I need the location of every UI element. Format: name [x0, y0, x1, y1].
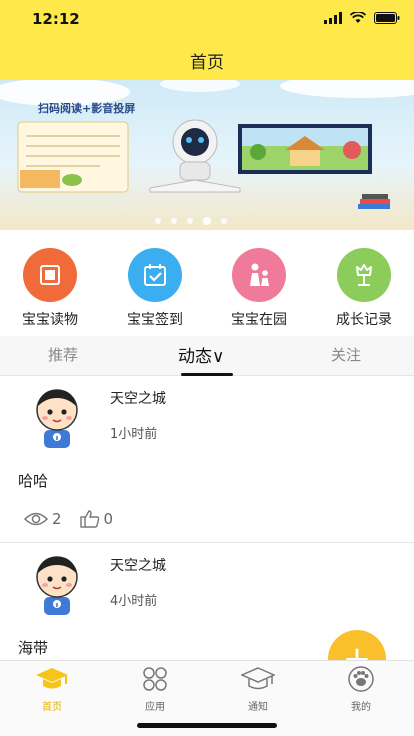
banner-dot[interactable] — [187, 218, 193, 224]
tabbar-item-profile[interactable]: 我的 — [326, 666, 396, 713]
avatar[interactable] — [28, 386, 86, 448]
post-author[interactable]: 天空之城 — [110, 555, 166, 575]
feed-tabs: 推荐 动态∨ 关注 — [0, 336, 414, 376]
banner-caption: 扫码阅读+影音投屏 — [38, 102, 136, 115]
graduation-cap-outline-icon — [240, 667, 276, 690]
eye-icon — [24, 512, 48, 526]
home-indicator — [137, 723, 277, 728]
view-count-value: 2 — [52, 510, 62, 528]
quick-action-label: 成长记录 — [336, 312, 392, 328]
tabbar-label: 应用 — [145, 702, 165, 713]
tabbar-label: 我的 — [351, 702, 371, 713]
apps-grid-icon — [143, 667, 167, 691]
tabbar-label: 通知 — [248, 702, 268, 713]
avatar[interactable] — [28, 553, 86, 615]
tab-following[interactable]: 关注 — [331, 344, 361, 365]
like-button[interactable]: 0 — [79, 510, 114, 528]
tab-recommend[interactable]: 推荐 — [48, 344, 78, 365]
quick-action-baby-in-school[interactable]: 宝宝在园 — [209, 248, 309, 329]
banner-dot[interactable] — [221, 218, 227, 224]
status-bar: 12:12 — [0, 0, 414, 40]
tab-activity[interactable]: 动态∨ — [178, 342, 224, 367]
app-header: 12:12 首页 — [0, 0, 414, 80]
battery-icon — [374, 12, 400, 24]
quick-action-baby-checkin[interactable]: 宝宝签到 — [105, 248, 205, 329]
quick-action-baby-reading[interactable]: 宝宝读物 — [0, 248, 100, 329]
tabbar-item-notifications[interactable]: 通知 — [223, 666, 293, 713]
quick-action-label: 宝宝签到 — [127, 312, 183, 328]
post-text: 海带 — [18, 639, 49, 657]
post-stats: 2 0 — [24, 510, 125, 528]
banner-dot[interactable] — [155, 218, 161, 224]
post-time: 1小时前 — [110, 427, 158, 442]
status-icons — [324, 12, 400, 24]
post-time: 4小时前 — [110, 594, 158, 609]
thumbs-up-icon — [79, 510, 99, 528]
page-title: 首页 — [190, 53, 224, 73]
quick-action-label: 宝宝读物 — [22, 312, 78, 328]
paw-profile-icon — [348, 666, 374, 692]
tabbar-label: 首页 — [42, 702, 62, 713]
quick-actions: 宝宝读物 宝宝签到 宝宝在园 成长记录 — [0, 230, 414, 335]
banner-dot[interactable] — [171, 218, 177, 224]
calendar-check-icon — [128, 248, 182, 302]
post-text: 哈哈 — [18, 472, 49, 490]
view-count: 2 — [24, 510, 62, 528]
banner-dot-active[interactable] — [203, 217, 211, 225]
post-author[interactable]: 天空之城 — [110, 388, 166, 408]
feed-post[interactable]: 天空之城 1小时前 哈哈 2 0 — [0, 376, 414, 543]
status-time: 12:12 — [32, 10, 80, 28]
activity-feed: 天空之城 1小时前 哈哈 2 0 天空之城 4小时前 海带 — [0, 376, 414, 663]
wifi-icon — [350, 12, 366, 23]
tabbar-item-apps[interactable]: 应用 — [120, 666, 190, 713]
quick-action-growth-record[interactable]: 成长记录 — [314, 248, 414, 329]
book-icon — [23, 248, 77, 302]
promo-banner[interactable]: 扫码阅读+影音投屏 — [0, 80, 414, 230]
like-count-value: 0 — [103, 510, 114, 528]
tabbar-item-home[interactable]: 首页 — [17, 666, 87, 713]
signal-icon — [324, 12, 342, 24]
banner-pagination — [155, 217, 227, 225]
quick-action-label: 宝宝在园 — [231, 312, 287, 328]
graduation-cap-filled-icon — [36, 668, 68, 689]
parent-child-icon — [232, 248, 286, 302]
flower-icon — [337, 248, 391, 302]
